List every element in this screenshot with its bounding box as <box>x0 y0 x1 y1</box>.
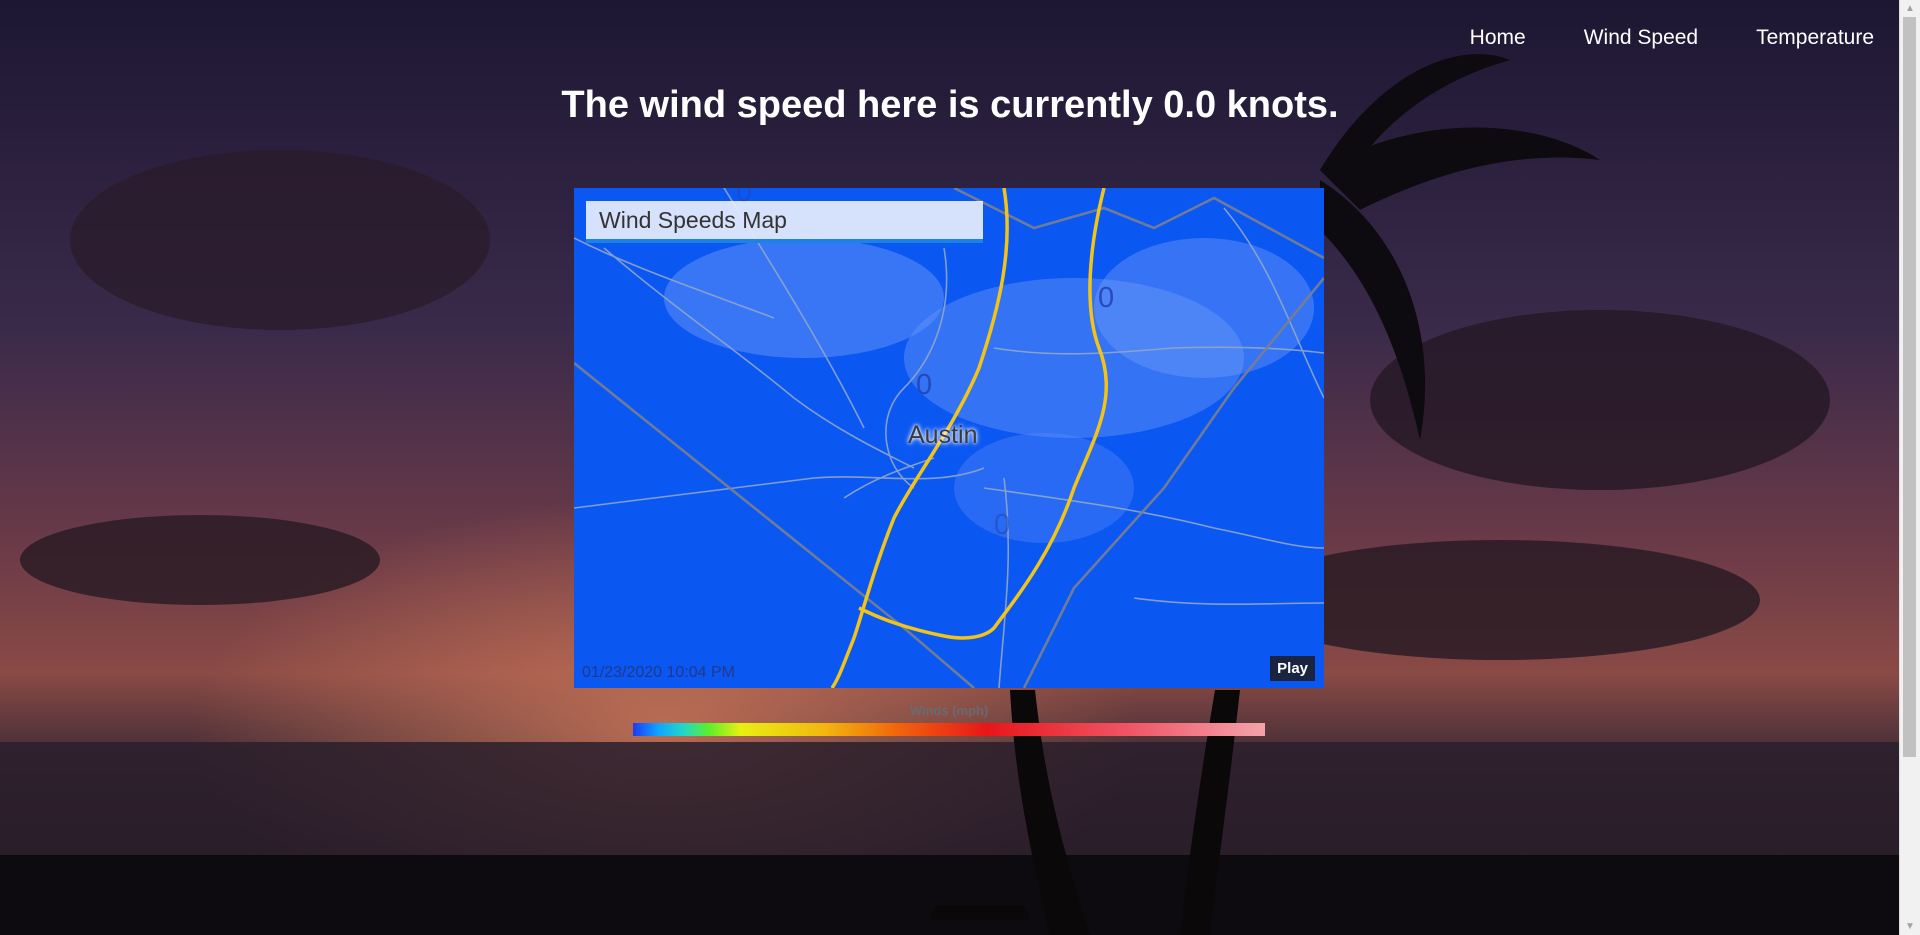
nav-link-home[interactable]: Home <box>1470 26 1526 50</box>
map-title: Wind Speeds Map <box>586 201 983 243</box>
page-scrollbar[interactable]: ▲ ▼ <box>1899 0 1920 935</box>
legend-color-scale <box>633 723 1265 736</box>
wind-speeds-map[interactable]: Wind Speeds Map 0 0 0 0 Austin 01/23/202… <box>574 188 1324 688</box>
scrollbar-thumb[interactable] <box>1903 17 1916 757</box>
scroll-up-arrow-icon[interactable]: ▲ <box>1900 0 1920 17</box>
legend-title: Winds (mph) <box>909 703 989 718</box>
city-label-austin: Austin <box>908 421 978 449</box>
scroll-down-arrow-icon[interactable]: ▼ <box>1900 918 1920 935</box>
nav-link-wind-speed[interactable]: Wind Speed <box>1584 26 1698 50</box>
map-timestamp: 01/23/2020 10:04 PM <box>582 664 736 681</box>
top-nav: Home Wind Speed Temperature <box>1470 26 1874 50</box>
wind-legend: Winds (mph) <box>633 703 1265 736</box>
wind-label: 0 <box>1098 282 1115 314</box>
wind-label: 0 <box>736 188 753 208</box>
wind-speed-headline: The wind speed here is currently 0.0 kno… <box>561 84 1339 126</box>
nav-link-temperature[interactable]: Temperature <box>1756 26 1874 50</box>
play-button[interactable]: Play <box>1270 656 1315 681</box>
wind-label: 0 <box>994 509 1011 541</box>
wind-label: 0 <box>916 369 933 401</box>
